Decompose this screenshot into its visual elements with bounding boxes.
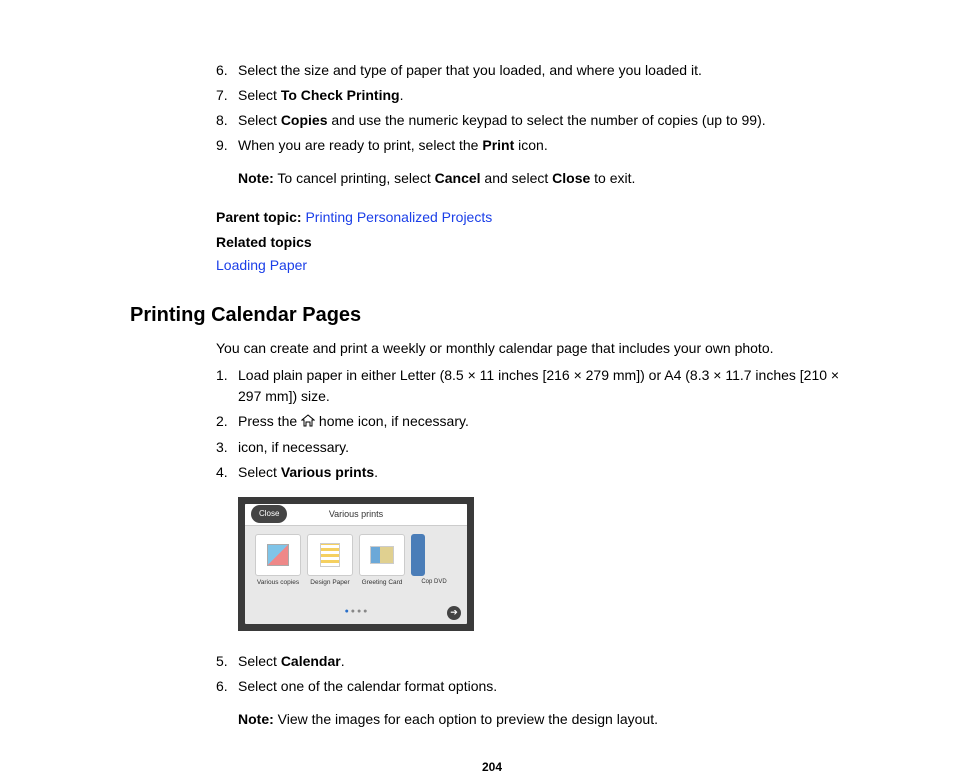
home-icon — [301, 412, 315, 433]
various-copies-icon — [255, 534, 301, 576]
cal-step-2: 2. Press the home icon, if necessary. — [216, 411, 854, 433]
after-steps: 5. Select Calendar. 6. Select one of the… — [216, 651, 854, 697]
next-arrow-icon: ➔ — [447, 606, 461, 620]
section-heading: Printing Calendar Pages — [130, 300, 854, 330]
step-8: 8. Select Copies and use the numeric key… — [216, 110, 854, 131]
tiles-row: Various copies Design Paper Greeting Car… — [245, 526, 467, 590]
tile-design-paper: Design Paper — [307, 534, 353, 586]
tile-partial: Cop DVD — [411, 534, 457, 586]
cal-step-6: 6. Select one of the calendar format opt… — [216, 676, 854, 697]
related-link-loading-paper[interactable]: Loading Paper — [216, 257, 307, 273]
calendar-steps: 1. Load plain paper in either Letter (8.… — [216, 365, 854, 483]
partial-tile-icon — [411, 534, 425, 576]
cal-step-4: 4. Select Various prints. — [216, 462, 854, 483]
note-preview: Note: View the images for each option to… — [238, 709, 854, 730]
printer-screen-illustration: Various prints Close Various copies Desi… — [238, 497, 474, 631]
screen: Various prints Close Various copies Desi… — [245, 504, 467, 624]
page-dots: ● ● ● ● — [245, 607, 467, 618]
note-cancel: Note: To cancel printing, select Cancel … — [238, 168, 854, 189]
screen-title: Various prints — [245, 508, 467, 522]
screen-header: Various prints Close — [245, 504, 467, 526]
step-7: 7. Select To Check Printing. — [216, 85, 854, 106]
step-6: 6. Select the size and type of paper tha… — [216, 60, 854, 81]
greeting-card-icon — [359, 534, 405, 576]
cal-step-3: 3. icon, if necessary. — [216, 437, 854, 458]
page-number: 204 — [130, 758, 854, 776]
parent-topic-link[interactable]: Printing Personalized Projects — [305, 209, 492, 225]
parent-topic: Parent topic: Printing Personalized Proj… — [216, 207, 854, 228]
step-9: 9. When you are ready to print, select t… — [216, 135, 854, 156]
related-topics-heading: Related topics — [216, 232, 854, 253]
cal-step-5: 5. Select Calendar. — [216, 651, 854, 672]
intro-text: You can create and print a weekly or mon… — [216, 338, 854, 359]
top-steps: 6. Select the size and type of paper tha… — [216, 60, 854, 156]
tile-various-copies: Various copies — [255, 534, 301, 586]
tile-greeting-card: Greeting Card — [359, 534, 405, 586]
cal-step-1: 1. Load plain paper in either Letter (8.… — [216, 365, 854, 407]
design-paper-icon — [307, 534, 353, 576]
